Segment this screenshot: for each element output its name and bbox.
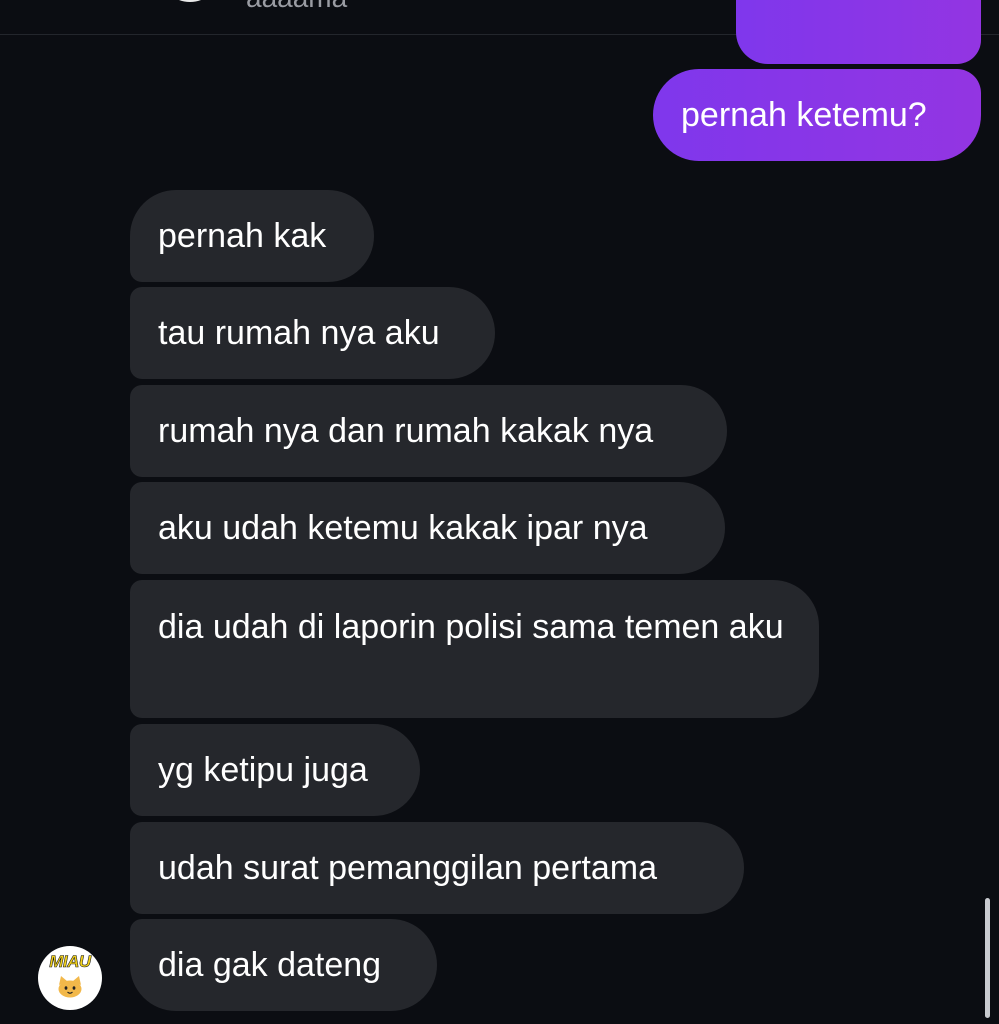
cat-face-icon	[58, 976, 82, 998]
received-message-bubble[interactable]: dia udah di laporin polisi sama temen ak…	[130, 580, 819, 718]
message-text: dia udah di laporin polisi sama temen ak…	[158, 608, 784, 646]
message-text: rumah nya dan rumah kakak nya	[158, 412, 654, 450]
sent-message-bubble[interactable]: pernah ketemu?	[653, 69, 981, 161]
received-message-bubble[interactable]: aku udah ketemu kakak ipar nya	[130, 482, 725, 574]
received-message-bubble[interactable]: dia gak dateng	[130, 919, 437, 1011]
message-text: pernah kak	[158, 217, 327, 255]
received-message-bubble[interactable]: udah surat pemanggilan pertama	[130, 822, 744, 914]
received-message-bubble[interactable]: rumah nya dan rumah kakak nya	[130, 385, 727, 477]
message-text: udah surat pemanggilan pertama	[158, 849, 657, 887]
message-text: yg ketipu juga	[158, 751, 368, 789]
message-text: tau rumah nya aku	[158, 314, 440, 352]
avatar-label: MIAU	[49, 952, 92, 972]
received-message-bubble[interactable]: tau rumah nya aku	[130, 287, 495, 379]
header-avatar[interactable]	[160, 0, 220, 2]
scrollbar[interactable]	[985, 898, 990, 1018]
sender-avatar[interactable]: MIAU	[38, 946, 102, 1010]
chat-screen: aaaama pernah ketemu? pernah kak tau rum…	[0, 0, 999, 1024]
message-text: aku udah ketemu kakak ipar nya	[158, 509, 648, 547]
header-username[interactable]: aaaama	[246, 0, 347, 14]
received-message-bubble[interactable]: pernah kak	[130, 190, 374, 282]
sent-message-bubble[interactable]	[736, 0, 981, 64]
message-text: pernah ketemu?	[681, 96, 927, 134]
message-text: dia gak dateng	[158, 946, 382, 984]
received-message-bubble[interactable]: yg ketipu juga	[130, 724, 420, 816]
